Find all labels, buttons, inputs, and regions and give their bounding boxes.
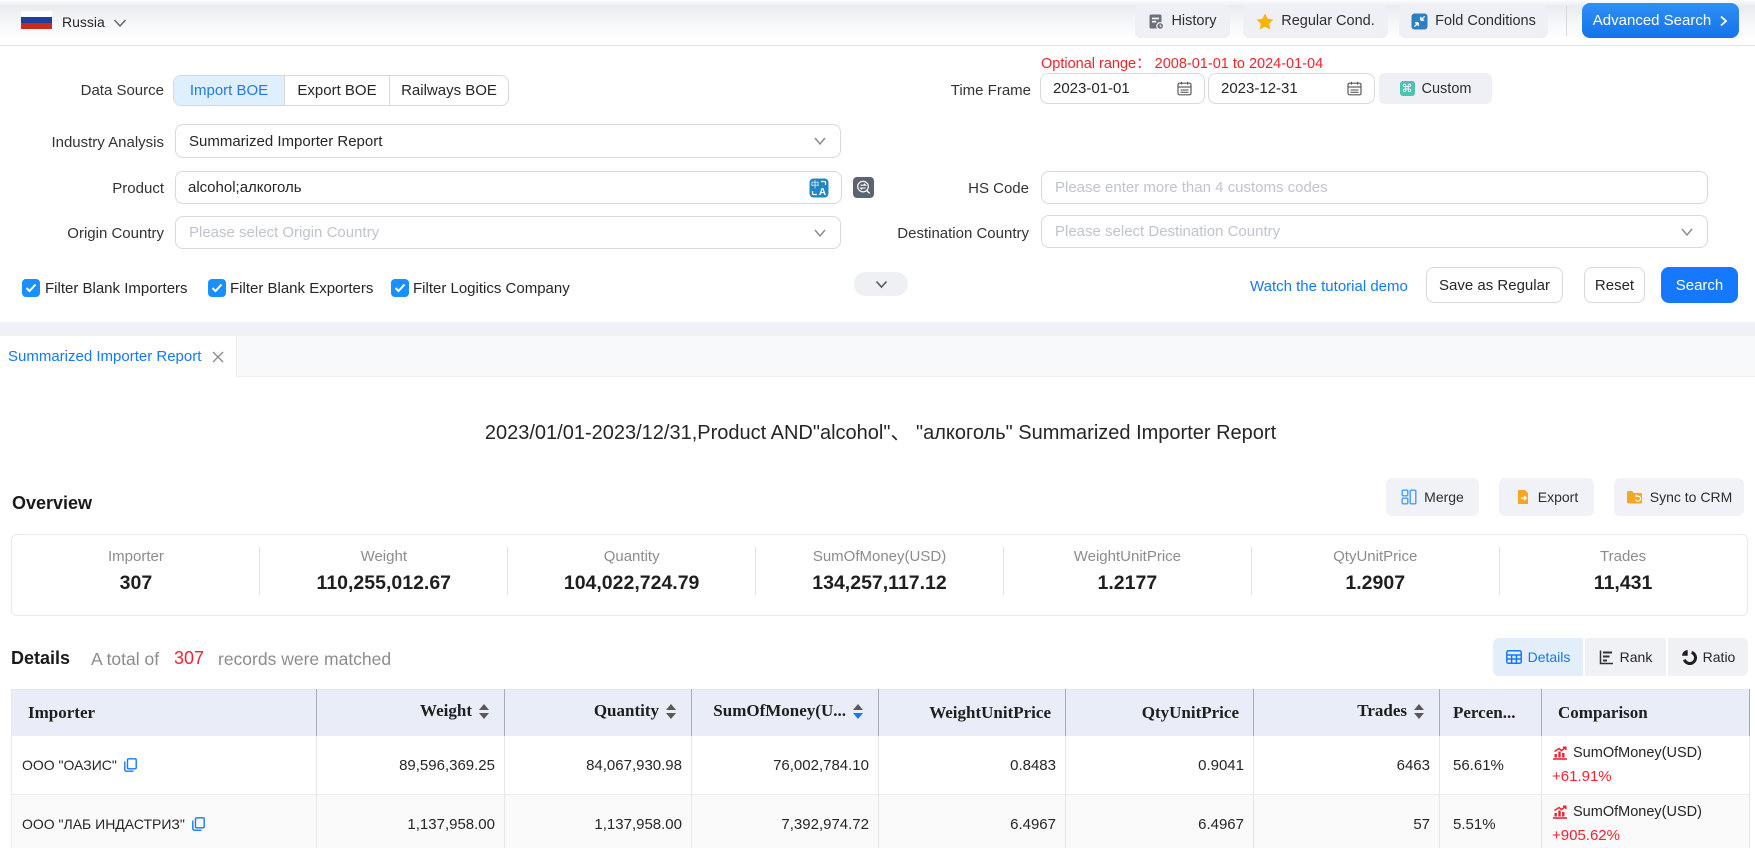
svg-text:A: A [819,187,826,198]
